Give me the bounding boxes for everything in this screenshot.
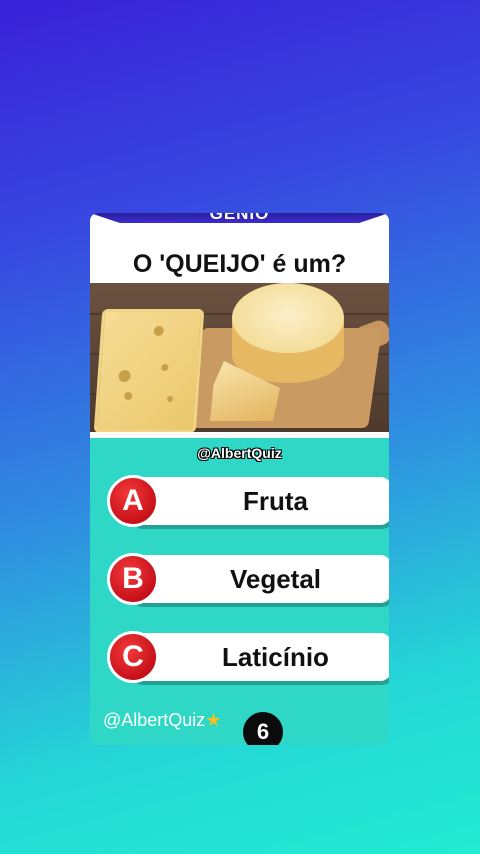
option-a-badge[interactable]: A — [107, 475, 159, 527]
quiz-card: GÊNIO O 'QUEIJO' é um? @AlbertQuiz A Fru… — [90, 213, 389, 745]
watermark-text: @AlbertQuiz — [103, 710, 206, 730]
question-text: O 'QUEIJO' é um? — [90, 243, 389, 283]
divider — [90, 432, 389, 438]
option-b-badge[interactable]: B — [107, 553, 159, 605]
star-icon: ★ — [205, 710, 222, 730]
banner-title: GÊNIO — [209, 213, 270, 223]
cheese-block — [93, 309, 205, 433]
watermark: @AlbertQuiz★ — [103, 710, 221, 731]
option-a[interactable]: A Fruta — [107, 475, 389, 527]
option-b-label[interactable]: Vegetal — [159, 555, 389, 603]
cheese-image — [90, 283, 389, 433]
option-c-badge[interactable]: C — [107, 631, 159, 683]
top-banner: GÊNIO — [90, 213, 389, 243]
option-c[interactable]: C Laticínio — [107, 631, 389, 683]
option-b[interactable]: B Vegetal — [107, 553, 389, 605]
countdown-timer: 6 — [240, 709, 286, 745]
option-a-label[interactable]: Fruta — [159, 477, 389, 525]
cheese-wheel — [232, 283, 344, 353]
author-handle: @AlbertQuiz — [197, 445, 282, 461]
option-c-label[interactable]: Laticínio — [159, 633, 389, 681]
